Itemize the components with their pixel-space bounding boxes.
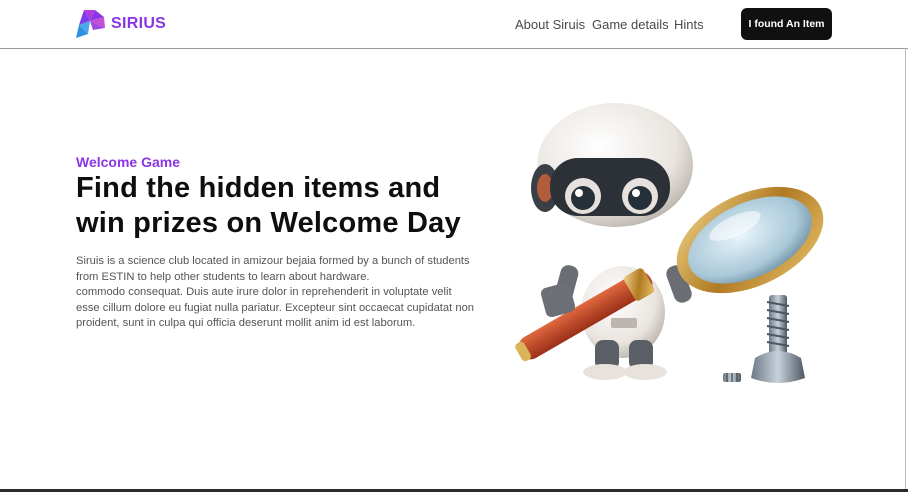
hero-description: Siruis is a science club located in amiz…: [76, 254, 488, 332]
hero-title-line-2: win prizes on Welcome Day: [76, 207, 461, 239]
sirius-logo-icon: [76, 10, 105, 38]
hero-description-line: commodo consequat. Duis aute irure dolor…: [76, 286, 452, 298]
nav-link-about[interactable]: About Siruis: [515, 17, 585, 32]
nav-item-game-details[interactable]: Game details: [592, 0, 669, 48]
robot-with-magnifying-glass-icon: [515, 103, 824, 383]
brand-name: SIRIUS: [111, 15, 167, 32]
hero-description-line: Siruis is a science club located in amiz…: [76, 255, 470, 267]
hero-description-line: from ESTIN to help other students to lea…: [76, 270, 370, 283]
hero-eyebrow: Welcome Game: [76, 154, 181, 170]
brand-logo[interactable]: SIRIUS: [75, 8, 167, 40]
hero-title: Find the hidden items and win prizes on …: [76, 171, 496, 241]
nav-link-hints[interactable]: Hints: [674, 17, 704, 32]
hero-title-line-1: Find the hidden items and: [76, 172, 441, 204]
hero-description-line: proident, sunt in culpa qui officia dese…: [76, 317, 416, 329]
nav-item-hints[interactable]: Hints: [674, 0, 704, 48]
right-edge-divider: [905, 48, 906, 489]
top-navbar: SIRIUS About Siruis Game details Hints I…: [0, 0, 908, 49]
nav-link-game-details[interactable]: Game details: [592, 17, 669, 32]
nav-item-about[interactable]: About Siruis: [515, 0, 585, 48]
hero-description-line: esse cillum dolore eu fugiat nulla paria…: [76, 301, 475, 314]
found-item-button[interactable]: I found An Item: [741, 8, 832, 40]
